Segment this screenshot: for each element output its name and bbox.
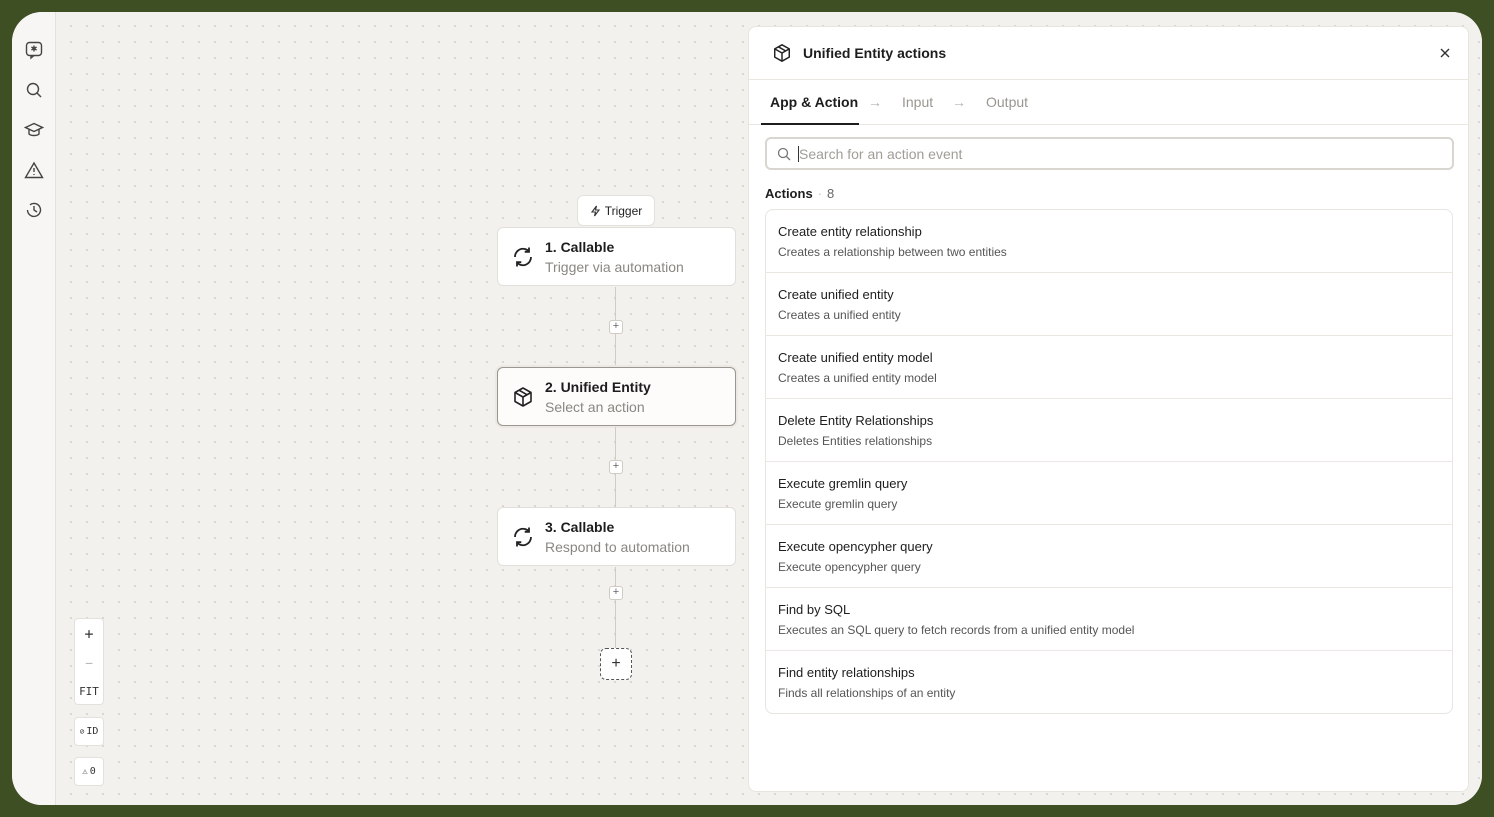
connector-line xyxy=(615,567,616,587)
step-tabs: App & Action → Input → Output xyxy=(749,80,1468,125)
action-item[interactable]: Execute gremlin query Execute gremlin qu… xyxy=(766,462,1452,525)
zoom-out-button[interactable]: — xyxy=(75,648,103,677)
action-description: Creates a unified entity model xyxy=(778,371,937,385)
action-item[interactable]: Create entity relationship Creates a rel… xyxy=(766,210,1452,273)
actions-label: Actions xyxy=(765,186,813,201)
actions-count: 8 xyxy=(827,186,835,201)
actions-panel: Unified Entity actions App & Action → In… xyxy=(748,26,1469,792)
action-title: Execute opencypher query xyxy=(778,539,933,554)
add-final-step-button[interactable]: + xyxy=(600,648,632,680)
arrow-right-icon: → xyxy=(868,94,882,110)
node-subtitle: Select an action xyxy=(545,398,645,415)
actions-header: Actions · 8 xyxy=(765,186,835,201)
action-title: Find entity relationships xyxy=(778,665,915,680)
connector-line xyxy=(615,474,616,508)
action-item[interactable]: Create unified entity Creates a unified … xyxy=(766,273,1452,336)
tab-output[interactable]: Output xyxy=(986,94,1028,110)
search-icon[interactable] xyxy=(23,79,45,101)
refresh-icon xyxy=(510,244,536,270)
search-input[interactable] xyxy=(799,145,1452,162)
trigger-button[interactable]: Trigger xyxy=(577,195,655,226)
tab-app-action[interactable]: App & Action xyxy=(770,94,858,110)
tab-input[interactable]: Input xyxy=(902,94,933,110)
zoom-in-button[interactable]: + xyxy=(75,619,103,648)
zoom-controls: + — FIT xyxy=(74,618,104,705)
history-icon[interactable] xyxy=(23,199,45,221)
warnings-button[interactable]: ⚠ 0 xyxy=(74,757,104,786)
node-title: 2. Unified Entity xyxy=(545,378,651,395)
refresh-icon xyxy=(510,524,536,550)
warning-small-icon: ⚠ xyxy=(82,766,88,777)
arrow-right-icon: → xyxy=(952,94,966,110)
lightning-icon xyxy=(590,205,600,216)
app-window: Trigger 1. Callable Trigger via automati… xyxy=(12,12,1482,805)
workflow-node-3[interactable]: 3. Callable Respond to automation xyxy=(497,507,736,566)
toggle-ids-button[interactable]: ⊘ ID xyxy=(74,717,104,746)
action-item[interactable]: Execute opencypher query Execute opencyp… xyxy=(766,525,1452,588)
action-description: Deletes Entities relationships xyxy=(778,434,933,448)
action-title: Find by SQL xyxy=(778,602,851,617)
action-item[interactable]: Create unified entity model Creates a un… xyxy=(766,336,1452,399)
action-description: Creates a relationship between two entit… xyxy=(778,245,1007,259)
eye-off-icon: ⊘ xyxy=(79,727,85,736)
action-title: Delete Entity Relationships xyxy=(778,413,934,428)
panel-header: Unified Entity actions xyxy=(749,27,1468,80)
connector-line xyxy=(615,334,616,368)
action-description: Executes an SQL query to fetch records f… xyxy=(778,623,1135,637)
workflow-node-2[interactable]: 2. Unified Entity Select an action xyxy=(497,367,736,426)
actions-list: Create entity relationship Creates a rel… xyxy=(765,209,1453,714)
action-title: Create unified entity model xyxy=(778,350,933,365)
warning-icon[interactable] xyxy=(23,159,45,181)
search-icon xyxy=(776,146,792,162)
add-step-button[interactable]: + xyxy=(609,320,623,334)
workflow-node-1[interactable]: 1. Callable Trigger via automation xyxy=(497,227,736,286)
node-subtitle: Trigger via automation xyxy=(545,258,684,275)
cube-icon xyxy=(510,384,536,410)
action-description: Execute gremlin query xyxy=(778,497,898,511)
trigger-label: Trigger xyxy=(604,203,643,218)
action-item[interactable]: Delete Entity Relationships Deletes Enti… xyxy=(766,399,1452,462)
active-tab-indicator xyxy=(761,123,859,125)
sparkle-chat-icon[interactable] xyxy=(23,39,45,61)
action-title: Create unified entity xyxy=(778,287,894,302)
fit-view-button[interactable]: FIT xyxy=(75,677,103,706)
action-item[interactable]: Find entity relationships Finds all rela… xyxy=(766,651,1452,713)
graduation-cap-icon[interactable] xyxy=(23,119,45,141)
node-subtitle: Respond to automation xyxy=(545,538,690,555)
search-field[interactable] xyxy=(765,137,1454,170)
cube-icon xyxy=(771,42,793,64)
add-step-button[interactable]: + xyxy=(609,460,623,474)
action-description: Creates a unified entity xyxy=(778,308,901,322)
action-title: Execute gremlin query xyxy=(778,476,908,491)
close-icon[interactable] xyxy=(1436,44,1454,62)
action-description: Finds all relationships of an entity xyxy=(778,686,956,700)
panel-title: Unified Entity actions xyxy=(803,45,947,61)
node-title: 3. Callable xyxy=(545,518,615,535)
warnings-count: 0 xyxy=(89,766,96,777)
action-item[interactable]: Find by SQL Executes an SQL query to fet… xyxy=(766,588,1452,651)
node-title: 1. Callable xyxy=(545,238,615,255)
sidebar-rail xyxy=(12,12,56,805)
toggle-ids-label: ID xyxy=(86,726,99,737)
action-title: Create entity relationship xyxy=(778,224,922,239)
action-description: Execute opencypher query xyxy=(778,560,921,574)
connector-line xyxy=(615,600,616,648)
add-step-button[interactable]: + xyxy=(609,586,623,600)
